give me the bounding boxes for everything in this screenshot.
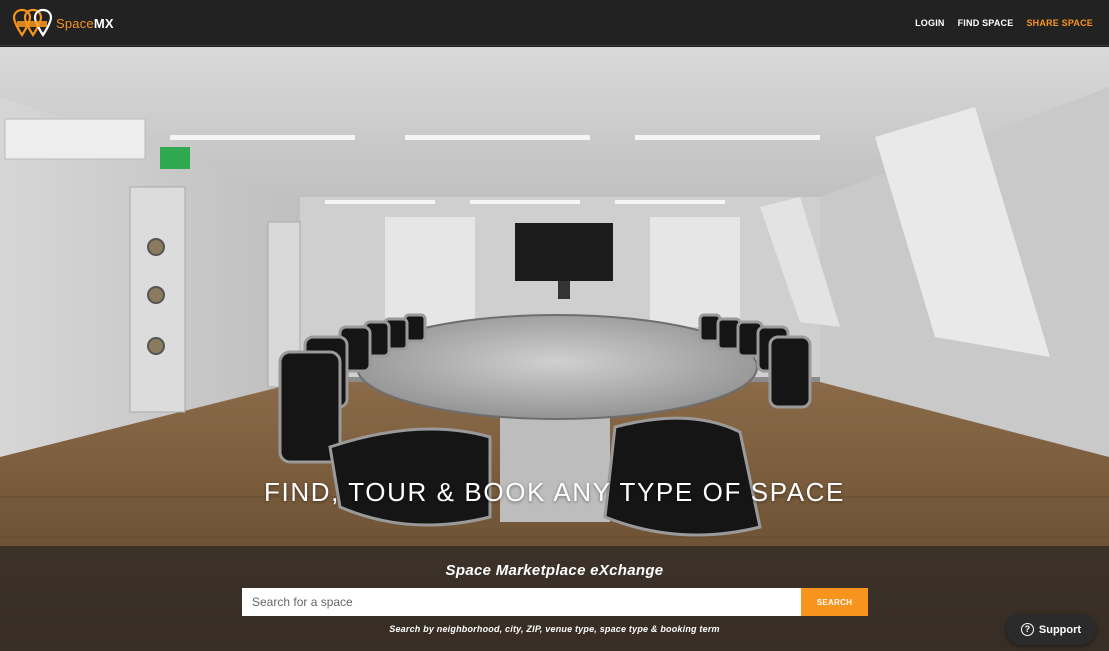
main-nav: LOGIN FIND SPACE SHARE SPACE	[915, 0, 1093, 46]
question-circle-icon: ?	[1020, 623, 1034, 636]
search-input[interactable]	[242, 588, 801, 616]
brand-name-prefix: Space	[56, 15, 94, 31]
search-tagline: Space Marketplace eXchange	[445, 562, 664, 579]
nav-share-space[interactable]: SHARE SPACE	[1026, 18, 1093, 28]
hero-section: FIND, TOUR & BOOK ANY TYPE OF SPACE Spac…	[0, 47, 1109, 651]
search-helper-text: Search by neighborhood, city, ZIP, venue…	[389, 624, 720, 634]
top-navbar: SpaceMX LOGIN FIND SPACE SHARE SPACE	[0, 0, 1109, 46]
nav-login[interactable]: LOGIN	[915, 18, 945, 28]
support-label: Support	[1038, 623, 1082, 636]
brand-name-suffix: MX	[93, 15, 114, 31]
brand-logo[interactable]: SpaceMX	[13, 8, 114, 38]
search-button[interactable]: SEARCH	[801, 588, 868, 616]
map-pin-logo-icon	[13, 8, 53, 37]
support-button[interactable]: ? Support	[1006, 614, 1096, 645]
hero-headline: FIND, TOUR & BOOK ANY TYPE OF SPACE	[264, 477, 845, 507]
search-panel: Space Marketplace eXchange SEARCH Search…	[0, 546, 1109, 651]
brand-wordmark: SpaceMX	[56, 16, 114, 31]
nav-find-space[interactable]: FIND SPACE	[958, 18, 1014, 28]
